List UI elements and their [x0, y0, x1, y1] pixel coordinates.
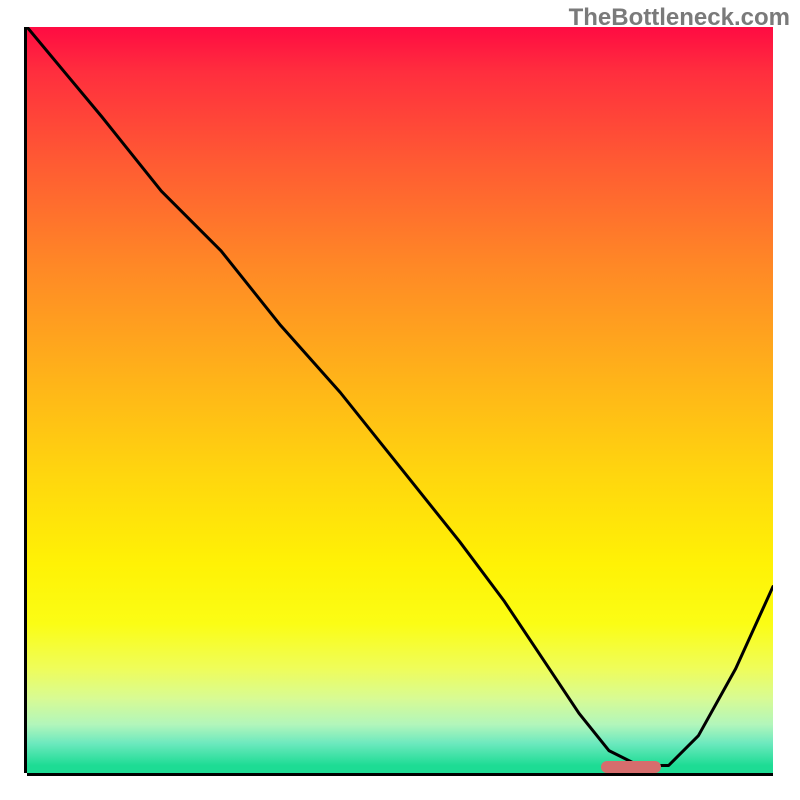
plot-area [27, 27, 773, 773]
watermark-text: TheBottleneck.com [569, 4, 790, 32]
bottleneck-curve [27, 27, 773, 773]
bottleneck-chart: TheBottleneck.com [0, 0, 800, 800]
y-axis [24, 27, 27, 773]
optimal-range-marker [601, 761, 661, 773]
x-axis [27, 773, 773, 776]
